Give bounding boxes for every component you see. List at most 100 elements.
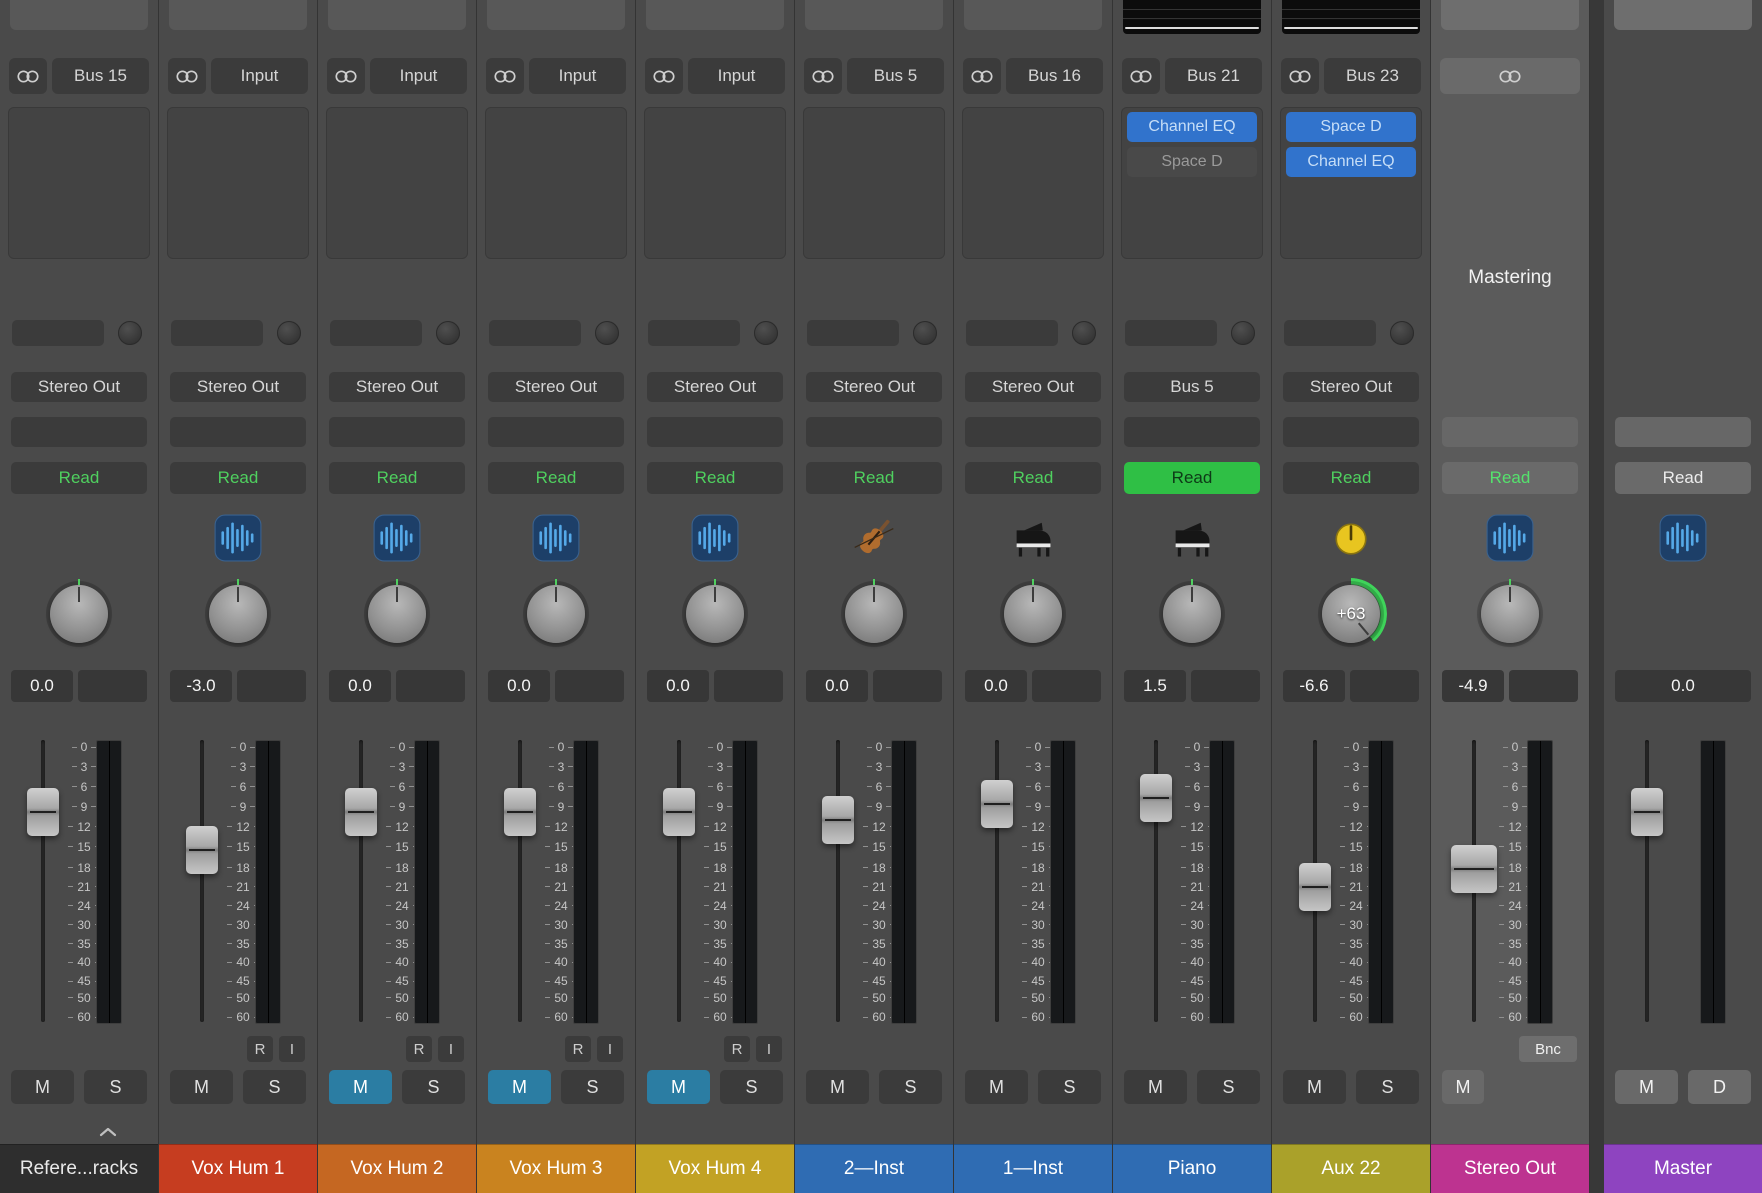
solo-button[interactable]: S xyxy=(243,1070,306,1104)
send-knob[interactable] xyxy=(1231,321,1255,345)
input-slot[interactable]: Bus 23 xyxy=(1324,58,1421,94)
pan-knob[interactable] xyxy=(206,582,270,646)
record-enable-button[interactable]: R xyxy=(406,1036,432,1062)
pan-knob[interactable] xyxy=(365,582,429,646)
fader-cap[interactable] xyxy=(1299,863,1331,911)
fader-cap[interactable] xyxy=(1140,774,1172,822)
send-slot[interactable] xyxy=(966,320,1058,346)
send-knob[interactable] xyxy=(913,321,937,345)
insert-slot-space-d[interactable]: Space D xyxy=(1127,147,1257,177)
output-slot[interactable]: Stereo Out xyxy=(965,372,1101,402)
track-name[interactable]: Master xyxy=(1604,1144,1762,1193)
pan-knob-dial[interactable] xyxy=(686,585,744,643)
input-slot[interactable]: Bus 16 xyxy=(1006,58,1103,94)
peak-display[interactable] xyxy=(1509,670,1578,702)
fader[interactable] xyxy=(1457,736,1491,1032)
fader[interactable] xyxy=(980,736,1014,1032)
input-slot[interactable]: Input xyxy=(370,58,467,94)
format-button[interactable] xyxy=(645,58,683,94)
insert-slot-channel-eq[interactable]: Channel EQ xyxy=(1286,147,1416,177)
waveform-icon[interactable] xyxy=(691,514,739,562)
volume-display[interactable]: -3.0 xyxy=(170,670,232,702)
volume-display[interactable]: 0.0 xyxy=(11,670,73,702)
inserts-panel[interactable] xyxy=(1612,107,1754,259)
output-slot[interactable]: Bus 5 xyxy=(1124,372,1260,402)
setting-thumbnail[interactable] xyxy=(169,0,307,30)
output-slot[interactable]: Stereo Out xyxy=(11,372,147,402)
solo-button[interactable]: S xyxy=(1356,1070,1419,1104)
fader-cap[interactable] xyxy=(504,788,536,836)
volume-display[interactable]: 0.0 xyxy=(806,670,868,702)
mute-button[interactable]: M xyxy=(329,1070,392,1104)
fader-cap[interactable] xyxy=(981,780,1013,828)
track-name[interactable]: Vox Hum 3 xyxy=(477,1144,635,1193)
fader[interactable] xyxy=(821,736,855,1032)
peak-display[interactable] xyxy=(873,670,942,702)
setting-thumbnail[interactable] xyxy=(328,0,466,30)
send-slot[interactable] xyxy=(489,320,581,346)
setting-thumbnail[interactable] xyxy=(964,0,1102,30)
send-slot[interactable] xyxy=(1284,320,1376,346)
volume-display[interactable]: 1.5 xyxy=(1124,670,1186,702)
bounce-button[interactable]: Bnc xyxy=(1519,1036,1577,1062)
send-knob[interactable] xyxy=(277,321,301,345)
track-name[interactable]: 1—Inst xyxy=(954,1144,1112,1193)
track-name[interactable]: 2—Inst xyxy=(795,1144,953,1193)
grand-piano-icon[interactable] xyxy=(1009,514,1057,562)
output-slot[interactable]: Stereo Out xyxy=(329,372,465,402)
volume-display[interactable]: 0.0 xyxy=(1615,670,1751,702)
solo-button[interactable]: S xyxy=(879,1070,942,1104)
mute-button[interactable]: M xyxy=(11,1070,74,1104)
volume-display[interactable]: 0.0 xyxy=(329,670,391,702)
pan-knob[interactable] xyxy=(1001,582,1065,646)
fader-cap[interactable] xyxy=(822,796,854,844)
fader-cap[interactable] xyxy=(345,788,377,836)
input-monitor-button[interactable]: I xyxy=(597,1036,623,1062)
peak-display[interactable] xyxy=(1032,670,1101,702)
automation-button[interactable]: Read xyxy=(1283,462,1419,494)
fader-cap[interactable] xyxy=(663,788,695,836)
setting-thumbnail[interactable] xyxy=(805,0,943,30)
output-slot[interactable]: Stereo Out xyxy=(1283,372,1419,402)
waveform-icon[interactable] xyxy=(373,514,421,562)
pan-knob-dial[interactable] xyxy=(527,585,585,643)
peak-display[interactable] xyxy=(1350,670,1419,702)
fader[interactable] xyxy=(26,736,60,1032)
peak-display[interactable] xyxy=(555,670,624,702)
input-slot[interactable]: Bus 15 xyxy=(52,58,149,94)
input-slot[interactable]: Input xyxy=(529,58,626,94)
send-slot[interactable] xyxy=(330,320,422,346)
send-knob[interactable] xyxy=(595,321,619,345)
setting-thumbnail[interactable] xyxy=(1441,0,1579,30)
group-slot[interactable] xyxy=(1442,417,1578,447)
volume-display[interactable]: 0.0 xyxy=(965,670,1027,702)
format-button[interactable] xyxy=(804,58,842,94)
volume-display[interactable]: 0.0 xyxy=(647,670,709,702)
format-button[interactable] xyxy=(486,58,524,94)
solo-button[interactable]: S xyxy=(561,1070,624,1104)
send-slot[interactable] xyxy=(171,320,263,346)
inserts-panel[interactable] xyxy=(485,107,627,259)
inserts-panel[interactable] xyxy=(644,107,786,259)
inserts-panel[interactable]: Space D Channel EQ xyxy=(1280,107,1422,259)
pan-knob[interactable] xyxy=(1478,582,1542,646)
solo-button[interactable]: S xyxy=(1197,1070,1260,1104)
group-slot[interactable] xyxy=(488,417,624,447)
automation-button[interactable]: Read xyxy=(1442,462,1578,494)
pan-knob-dial[interactable] xyxy=(368,585,426,643)
input-slot[interactable]: Input xyxy=(211,58,308,94)
inserts-panel[interactable] xyxy=(8,107,150,259)
format-button[interactable] xyxy=(1122,58,1160,94)
insert-slot-space-d[interactable]: Space D xyxy=(1286,112,1416,142)
track-name[interactable]: Stereo Out xyxy=(1431,1144,1589,1193)
setting-thumbnail[interactable] xyxy=(1614,0,1752,30)
chevron-up-icon[interactable] xyxy=(98,1125,118,1137)
solo-button[interactable]: S xyxy=(402,1070,465,1104)
solo-button[interactable]: S xyxy=(84,1070,147,1104)
group-slot[interactable] xyxy=(1124,417,1260,447)
send-knob[interactable] xyxy=(754,321,778,345)
waveform-icon[interactable] xyxy=(1486,514,1534,562)
automation-button[interactable]: Read xyxy=(1615,462,1751,494)
inserts-panel[interactable]: Mastering xyxy=(1439,107,1581,259)
format-button[interactable] xyxy=(168,58,206,94)
